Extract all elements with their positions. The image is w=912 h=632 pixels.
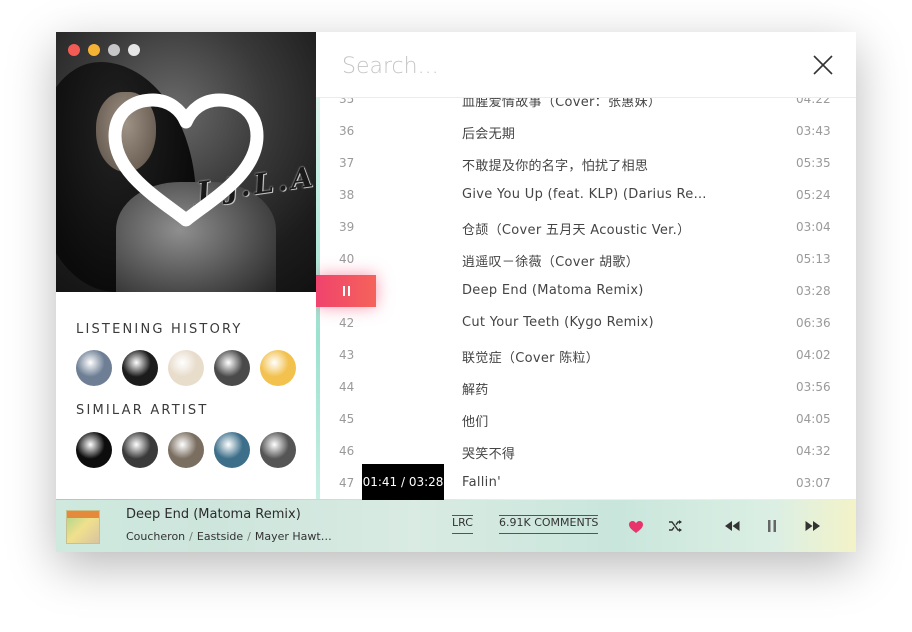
track-row[interactable]: 44 解药 03:56: [316, 371, 856, 403]
track-title: 解药: [462, 383, 489, 398]
next-track-icon[interactable]: [805, 521, 820, 531]
track-row[interactable]: 46 哭笑不得 04:32: [316, 435, 856, 467]
track-row[interactable]: Deep End (Matoma Remix) 03:28: [316, 275, 856, 307]
shuffle-icon[interactable]: [668, 519, 683, 533]
track-title: Deep End (Matoma Remix): [462, 283, 644, 298]
track-list[interactable]: 35 血腥爱情故事（Cover：张惠妹） 04:22 36 后会无期 03:43 37 不敢提…: [316, 92, 856, 500]
previous-track-icon[interactable]: [725, 521, 740, 531]
now-playing-artists: Coucheron / Eastside / Mayer Hawt…: [126, 530, 332, 543]
similar-artist-avatar[interactable]: [214, 432, 250, 468]
track-title: 仓颉（Cover 五月天 Acoustic Ver.）: [462, 223, 691, 238]
minimize-window-button[interactable]: [88, 44, 100, 56]
track-number: 36: [339, 124, 355, 138]
listening-history-title: LISTENING HISTORY: [76, 322, 243, 337]
comments-button[interactable]: 6.91K COMMENTS: [499, 515, 599, 534]
track-duration: 05:24: [796, 188, 831, 202]
track-duration: 03:07: [796, 476, 831, 490]
progress-time-tooltip: 01:41 / 03:28: [362, 464, 444, 500]
track-row[interactable]: 36 后会无期 03:43: [316, 115, 856, 147]
track-duration: 05:13: [796, 252, 831, 266]
artist-link[interactable]: Coucheron: [126, 530, 185, 543]
track-number: 37: [339, 156, 355, 170]
track-row[interactable]: 42 Cut Your Teeth (Kygo Remix) 06:36: [316, 307, 856, 339]
pause-icon: [343, 286, 350, 296]
now-playing-title: Deep End (Matoma Remix): [126, 507, 301, 522]
close-icon[interactable]: [812, 54, 834, 76]
track-number: 45: [339, 412, 355, 426]
track-duration: 04:05: [796, 412, 831, 426]
track-title: 联觉症（Cover 陈粒）: [462, 351, 600, 366]
track-row[interactable]: 39 仓颉（Cover 五月天 Acoustic Ver.） 03:04: [316, 211, 856, 243]
track-title: Fallin': [462, 475, 501, 490]
track-title: Cut Your Teeth (Kygo Remix): [462, 315, 654, 330]
listening-history-list: [76, 350, 296, 386]
similar-artist-list: [76, 432, 296, 468]
left-panel: J.J.L.A LISTENING HISTORY SIMILAR ARTIST: [56, 32, 316, 500]
track-row[interactable]: 40 逍遥叹－徐薇（Cover 胡歌） 05:13: [316, 243, 856, 275]
track-number: 46: [339, 444, 355, 458]
now-playing-thumbnail[interactable]: [66, 510, 100, 544]
track-title: 他们: [462, 415, 489, 430]
player-bar: Deep End (Matoma Remix) Coucheron / Eastsi…: [56, 500, 856, 552]
track-duration: 03:28: [796, 284, 831, 298]
window-controls: [68, 44, 140, 56]
now-playing-pause-button[interactable]: [316, 275, 376, 307]
pause-icon[interactable]: [767, 520, 777, 532]
track-number: 40: [339, 252, 355, 266]
similar-artist-title: SIMILAR ARTIST: [76, 403, 209, 418]
history-avatar[interactable]: [168, 350, 204, 386]
artist-link[interactable]: Mayer Hawt…: [255, 530, 332, 543]
artist-separator: /: [247, 530, 251, 543]
history-avatar[interactable]: [122, 350, 158, 386]
similar-artist-avatar[interactable]: [168, 432, 204, 468]
extra-window-button[interactable]: [128, 44, 140, 56]
lyrics-button[interactable]: LRC: [452, 515, 473, 534]
track-duration: 06:36: [796, 316, 831, 330]
track-duration: 04:32: [796, 444, 831, 458]
track-number: 42: [339, 316, 355, 330]
track-duration: 03:04: [796, 220, 831, 234]
track-row[interactable]: 37 不敢提及你的名字，怕扰了相思 05:35: [316, 147, 856, 179]
like-heart-icon[interactable]: [628, 520, 644, 534]
similar-artist-avatar[interactable]: [76, 432, 112, 468]
track-row[interactable]: 38 Give You Up (feat. KLP) (Darius Re… 05:…: [316, 179, 856, 211]
track-title: 逍遥叹－徐薇（Cover 胡歌）: [462, 255, 639, 270]
search-bar: [316, 32, 856, 98]
track-title: 哭笑不得: [462, 447, 516, 462]
track-duration: 05:35: [796, 156, 831, 170]
track-number: 39: [339, 220, 355, 234]
history-avatar[interactable]: [260, 350, 296, 386]
fullscreen-window-button[interactable]: [108, 44, 120, 56]
heart-outline-icon[interactable]: [101, 92, 271, 232]
search-input[interactable]: [340, 48, 764, 84]
similar-artist-avatar[interactable]: [260, 432, 296, 468]
track-number: 44: [339, 380, 355, 394]
track-row[interactable]: 45 他们 04:05: [316, 403, 856, 435]
track-title: Give You Up (feat. KLP) (Darius Re…: [462, 187, 707, 202]
artist-link[interactable]: Eastside: [197, 530, 243, 543]
close-window-button[interactable]: [68, 44, 80, 56]
track-row[interactable]: 43 联觉症（Cover 陈粒） 04:02: [316, 339, 856, 371]
track-number: 47: [339, 476, 355, 490]
thumbnail-strip: [67, 511, 99, 518]
track-duration: 03:56: [796, 380, 831, 394]
history-avatar[interactable]: [76, 350, 112, 386]
track-duration: 04:02: [796, 348, 831, 362]
player-window: J.J.L.A LISTENING HISTORY SIMILAR ARTIST…: [56, 32, 856, 552]
track-number: 43: [339, 348, 355, 362]
history-avatar[interactable]: [214, 350, 250, 386]
similar-artist-avatar[interactable]: [122, 432, 158, 468]
track-number: 38: [339, 188, 355, 202]
artist-separator: /: [189, 530, 193, 543]
track-duration: 03:43: [796, 124, 831, 138]
track-title: 不敢提及你的名字，怕扰了相思: [462, 159, 649, 174]
track-title: 后会无期: [462, 127, 516, 142]
right-panel: 35 血腥爱情故事（Cover：张惠妹） 04:22 36 后会无期 03:43 37 不敢提…: [316, 32, 856, 500]
album-cover: J.J.L.A: [56, 32, 316, 292]
